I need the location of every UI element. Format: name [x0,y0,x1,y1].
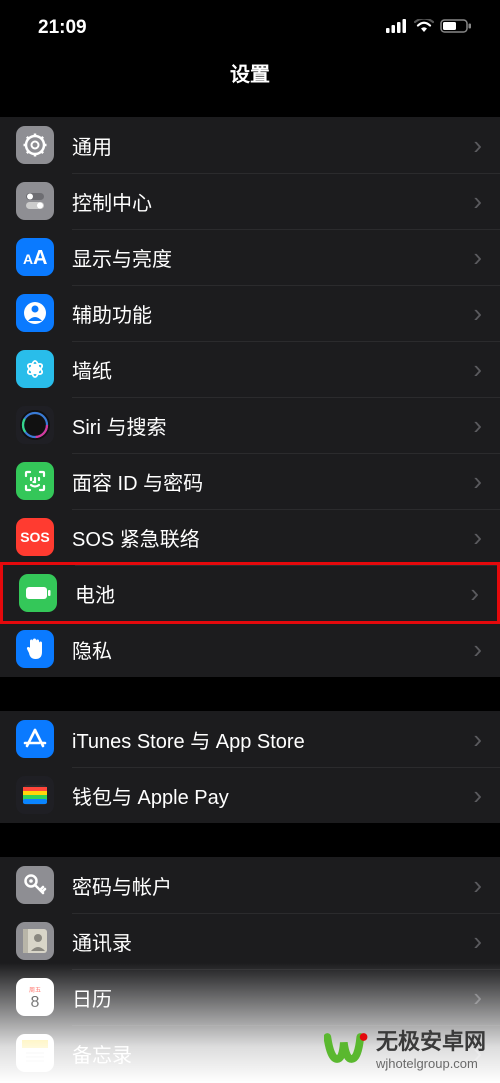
cellular-icon [386,17,408,39]
row-label: Siri 与搜索 [72,411,473,440]
siri-icon [16,406,54,444]
settings-group: 通用›控制中心›AA显示与亮度›辅助功能›墙纸›Siri 与搜索›面容 ID 与… [0,117,500,677]
status-bar: 21:09 [0,0,500,48]
page-title: 设置 [0,48,500,103]
row-label: 隐私 [72,635,473,664]
passwords-icon [16,866,54,904]
chevron-right-icon: › [473,926,482,957]
face-id-icon [16,462,54,500]
chevron-right-icon: › [473,724,482,755]
row-label: 日历 [72,983,473,1012]
status-time: 21:09 [38,17,87,39]
watermark-brand: 无极安卓网 [376,1024,486,1056]
svg-text:周五: 周五 [29,987,41,994]
row-label: SOS 紧急联络 [72,523,473,552]
itunes-icon [16,720,54,758]
svg-text:A: A [33,247,47,269]
row-label: 控制中心 [72,187,473,216]
wallpaper-icon [16,350,54,388]
chevron-right-icon: › [473,410,482,441]
row-label: 密码与帐户 [72,871,473,900]
row-label: 钱包与 Apple Pay [72,781,473,810]
battery-icon [19,574,57,612]
row-label: 墙纸 [72,355,473,384]
chevron-right-icon: › [473,130,482,161]
row-siri[interactable]: Siri 与搜索› [0,397,500,453]
display-icon: AA [16,238,54,276]
row-label: 面容 ID 与密码 [72,467,473,496]
row-wallpaper[interactable]: 墙纸› [0,341,500,397]
watermark: 无极安卓网wjhotelgroup.com [324,1024,486,1071]
battery-icon [440,17,472,39]
watermark-logo-icon [324,1026,368,1070]
chevron-right-icon: › [473,466,482,497]
row-itunes[interactable]: iTunes Store 与 App Store› [0,711,500,767]
row-label: 辅助功能 [72,299,473,328]
contacts-icon [16,922,54,960]
watermark-url: wjhotelgroup.com [376,1056,486,1071]
row-calendar[interactable]: 周五8 日历› [0,969,500,1025]
chevron-right-icon: › [473,242,482,273]
row-accessibility[interactable]: 辅助功能› [0,285,500,341]
status-indicators [386,17,472,39]
svg-text:A: A [23,251,33,267]
svg-text:8: 8 [31,994,40,1011]
row-label: iTunes Store 与 App Store [72,725,473,754]
settings-group: iTunes Store 与 App Store›钱包与 Apple Pay› [0,711,500,823]
control-center-icon [16,182,54,220]
wallet-icon [16,776,54,814]
row-face-id[interactable]: 面容 ID 与密码› [0,453,500,509]
chevron-right-icon: › [473,870,482,901]
calendar-icon: 周五8 [16,978,54,1016]
chevron-right-icon: › [473,354,482,385]
notes-icon [16,1034,54,1072]
row-battery[interactable]: 电池› [0,562,500,624]
row-label: 通讯录 [72,927,473,956]
row-contacts[interactable]: 通讯录› [0,913,500,969]
sos-icon: SOS [16,518,54,556]
chevron-right-icon: › [473,780,482,811]
chevron-right-icon: › [473,298,482,329]
row-general[interactable]: 通用› [0,117,500,173]
wifi-icon [414,17,434,39]
row-passwords[interactable]: 密码与帐户› [0,857,500,913]
row-wallet[interactable]: 钱包与 Apple Pay› [0,767,500,823]
row-label: 电池 [75,579,470,608]
accessibility-icon [16,294,54,332]
row-display[interactable]: AA 显示与亮度› [0,229,500,285]
chevron-right-icon: › [470,578,479,609]
row-label: 通用 [72,131,473,160]
privacy-icon [16,630,54,668]
chevron-right-icon: › [473,186,482,217]
row-privacy[interactable]: 隐私› [0,621,500,677]
row-label: 显示与亮度 [72,243,473,272]
row-control-center[interactable]: 控制中心› [0,173,500,229]
chevron-right-icon: › [473,982,482,1013]
chevron-right-icon: › [473,522,482,553]
svg-text:SOS: SOS [20,529,50,545]
row-sos[interactable]: SOS SOS 紧急联络› [0,509,500,565]
chevron-right-icon: › [473,634,482,665]
general-icon [16,126,54,164]
